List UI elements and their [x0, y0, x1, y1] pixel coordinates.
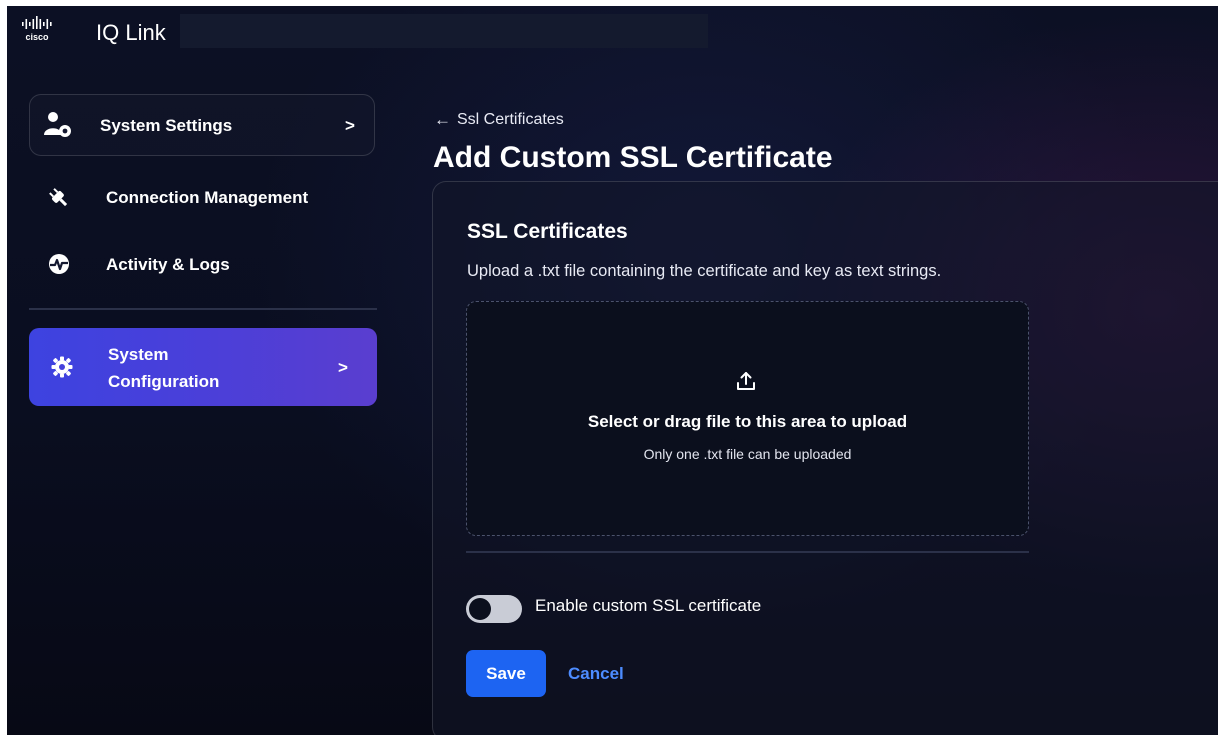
- sidebar-item-label-line1: System: [108, 345, 169, 364]
- user-gear-icon: [43, 110, 73, 145]
- gear-icon: [51, 356, 73, 383]
- app-title: IQ Link: [96, 20, 166, 45]
- toggle-knob: [469, 598, 491, 620]
- save-button[interactable]: Save: [466, 650, 546, 697]
- breadcrumb-label: Ssl Certificates: [457, 111, 564, 128]
- app-window: cisco IQ Link System Settings > Connecti…: [7, 6, 1218, 735]
- svg-text:cisco: cisco: [25, 32, 49, 42]
- dropzone-main-text: Select or drag file to this area to uplo…: [587, 412, 908, 431]
- section-description: Upload a .txt file containing the certif…: [467, 262, 942, 280]
- enable-custom-ssl-toggle[interactable]: [466, 595, 522, 623]
- sidebar-item-label-line2: Configuration: [108, 372, 220, 391]
- toggle-label: Enable custom SSL certificate: [535, 596, 762, 615]
- sidebar-divider: [29, 308, 377, 310]
- cisco-logo: cisco: [21, 16, 57, 42]
- top-bar: cisco IQ Link: [7, 6, 1218, 56]
- section-title: SSL Certificates: [467, 220, 628, 243]
- breadcrumb-back-link[interactable]: ← Ssl Certificates: [434, 110, 564, 130]
- chevron-right-icon: >: [338, 358, 348, 377]
- sidebar-item-connection-management[interactable]: [35, 178, 375, 222]
- sidebar-item-activity-logs[interactable]: [35, 244, 375, 288]
- upload-icon: [735, 370, 757, 392]
- arrow-left-icon: ←: [434, 110, 451, 129]
- content-divider: [466, 551, 1029, 553]
- page-title: Add Custom SSL Certificate: [433, 141, 833, 174]
- chevron-right-icon: >: [345, 116, 355, 135]
- dropzone-hint-text: Only one .txt file can be uploaded: [643, 446, 852, 462]
- redacted-area: [180, 14, 708, 48]
- sidebar-item-system-configuration[interactable]: [29, 328, 377, 406]
- cancel-button[interactable]: Cancel: [562, 650, 630, 697]
- sidebar-item-label: System Settings: [100, 116, 233, 135]
